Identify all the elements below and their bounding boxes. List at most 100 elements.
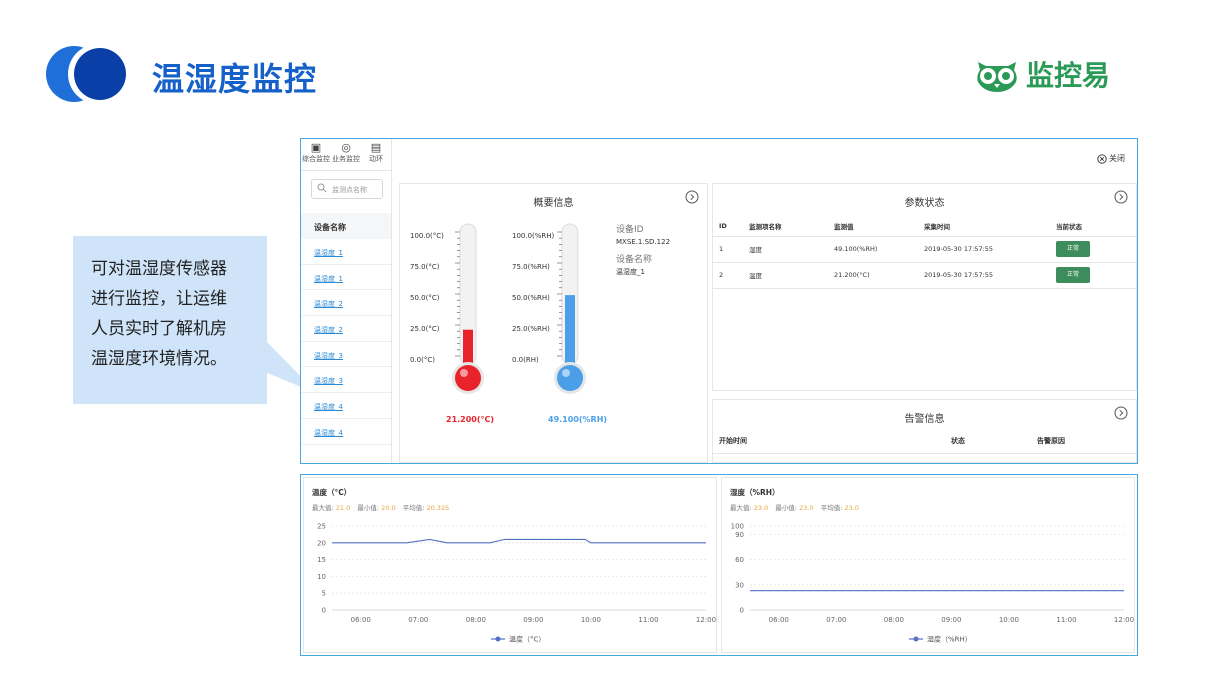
monitor-icon: ▣ [310, 141, 322, 154]
series-line [332, 538, 706, 544]
brand-name: 监控易 [1026, 59, 1111, 92]
humidity-value: 49.100(%RH) [548, 415, 608, 424]
y-tick-label: 5 [322, 590, 326, 598]
legend-marker [913, 636, 919, 642]
x-tick-label: 07:00 [408, 616, 428, 624]
column-header: 开始时间 [719, 437, 747, 445]
x-tick-label: 07:00 [826, 616, 846, 624]
tab-environment[interactable]: ▤ 动环 [361, 139, 391, 170]
search-placeholder: 监测点名称 [332, 186, 367, 194]
alarm-columns: 开始时间 状态 告警原因 [713, 436, 1136, 454]
search-icon [317, 183, 327, 193]
x-tick-label: 11:00 [638, 616, 658, 624]
params-card: 参数状态 ID 监测项名称 监测值 采集时间 当前状态 1 湿度 49.100(… [712, 183, 1137, 391]
chevron-right-icon[interactable] [1114, 406, 1128, 420]
callout-line: 进行监控，让运维 [91, 289, 227, 309]
device-item[interactable]: 温湿度_4 [301, 419, 391, 445]
column-header: 监测项名称 [743, 216, 828, 237]
y-tick-label: 30 [735, 581, 744, 589]
overview-card: 概要信息 100.0(°C) 75.0(°C) 50.0(°C) 25.0(°C… [399, 183, 708, 463]
device-id-label: 设备ID [616, 225, 644, 235]
device-item[interactable]: 温湿度_2 [301, 316, 391, 342]
status-badge: 正常 [1056, 267, 1090, 283]
chevron-right-icon[interactable] [1114, 190, 1128, 204]
alarms-card: 告警信息 开始时间 状态 告警原因 [712, 399, 1137, 463]
table-row[interactable]: 1 湿度 49.100(%RH) 2019-05-30 17:57:55 正常 [713, 236, 1136, 263]
y-tick-label: 0 [740, 607, 744, 615]
cell-status: 正常 [1050, 236, 1136, 263]
device-item[interactable]: 温湿度_4 [301, 393, 391, 419]
humidity-chart: 湿度（%RH） 最大值: 23.0 最小值: 23.0 平均值: 23.0 03… [721, 477, 1135, 653]
cell-time: 2019-05-30 17:57:55 [918, 262, 1050, 289]
device-item[interactable]: 温湿度_1 [301, 265, 391, 291]
thermometers [452, 223, 586, 394]
temp-thermometer-bulb [455, 365, 481, 391]
y-tick-label: 20 [317, 539, 326, 547]
overview-title: 概要信息 [533, 198, 574, 209]
x-tick-label: 06:00 [769, 616, 789, 624]
slide: 温湿度监控 监控易 可对温湿度传感器 进行监控，让运维 人员实时了解机房 温湿度… [0, 0, 1210, 680]
column-header: 告警原因 [1037, 437, 1065, 445]
legend-label: 温度（°C） [509, 635, 545, 644]
feature-callout: 可对温湿度传感器 进行监控，让运维 人员实时了解机房 温湿度环境情况。 [73, 236, 267, 404]
y-tick-label: 100 [731, 523, 744, 531]
column-header: 当前状态 [1050, 216, 1136, 237]
y-tick-label: 90 [735, 531, 744, 539]
status-badge: 正常 [1056, 241, 1090, 257]
device-column-header: 设备名称 [301, 213, 391, 239]
close-button[interactable]: 关闭 [1097, 153, 1125, 164]
table-row[interactable]: 2 温度 21.200(°C) 2019-05-30 17:57:55 正常 [713, 262, 1136, 289]
cell-id: 2 [713, 262, 743, 289]
column-header: ID [713, 216, 743, 237]
temp-thermometer-fill [463, 329, 473, 366]
humidity-line-chart: 0 30 60 90100 06:00 07:00 08:00 09:00 10:00 11:00… [731, 523, 1134, 644]
device-item[interactable]: 温湿度_1 [301, 239, 391, 265]
y-tick-label: 10 [317, 573, 326, 581]
x-tick-label: 11:00 [1056, 616, 1076, 624]
table-header-row: ID 监测项名称 监测值 采集时间 当前状态 [713, 216, 1136, 237]
chevron-right-icon[interactable] [685, 190, 699, 204]
x-tick-label: 09:00 [523, 616, 543, 624]
temperature-line-chart: 0 5 10 15 20 25 06:00 07:00 08:00 09:00 10:00 11:00… [317, 523, 716, 644]
tab-business-monitor[interactable]: ◎ 业务监控 [331, 139, 361, 170]
params-table: ID 监测项名称 监测值 采集时间 当前状态 1 湿度 49.100(%RH) … [713, 216, 1136, 289]
legend-label: 湿度（%RH） [927, 635, 972, 644]
legend-marker [495, 636, 501, 642]
device-name: 温湿度_1 [616, 268, 645, 276]
tab-label: 动环 [369, 155, 383, 163]
monitor-window: ▣ 综合监控 ◎ 业务监控 ▤ 动环 监测点名称 设备名称 温湿度_1 温湿度_… [300, 138, 1138, 464]
column-header: 监测值 [828, 216, 918, 237]
callout-line: 可对温湿度传感器 [91, 259, 227, 279]
x-tick-label: 09:00 [941, 616, 961, 624]
history-charts: 温度（°C） 最大值: 21.0 最小值: 20.0 平均值: 20.325 0… [300, 474, 1138, 656]
device-item[interactable]: 温湿度_3 [301, 367, 391, 394]
device-sidebar: ▣ 综合监控 ◎ 业务监控 ▤ 动环 监测点名称 设备名称 温湿度_1 温湿度_… [301, 139, 392, 463]
x-tick-label: 06:00 [351, 616, 371, 624]
tab-label: 业务监控 [332, 155, 360, 163]
cell-name: 温度 [743, 262, 828, 289]
y-tick-label: 60 [735, 556, 744, 564]
gauge-icon: ◎ [341, 141, 351, 154]
device-item[interactable]: 温湿度_3 [301, 342, 391, 368]
alarms-title: 告警信息 [904, 414, 945, 425]
x-tick-label: 08:00 [466, 616, 486, 624]
device-info: 设备ID MXSE.1.SD.122 设备名称 温湿度_1 [616, 224, 670, 278]
search-input[interactable]: 监测点名称 [311, 179, 383, 199]
cell-name: 湿度 [743, 236, 828, 263]
temperature-chart: 温度（°C） 最大值: 21.0 最小值: 20.0 平均值: 20.325 0… [303, 477, 717, 653]
y-tick-label: 0 [322, 607, 326, 615]
cell-time: 2019-05-30 17:57:55 [918, 236, 1050, 263]
x-tick-label: 12:00 [1114, 616, 1134, 624]
y-tick-label: 15 [317, 556, 326, 564]
ring-icon: ▤ [370, 141, 382, 154]
close-label: 关闭 [1109, 154, 1125, 163]
device-item[interactable]: 温湿度_2 [301, 290, 391, 317]
hum-thermometer-fill [565, 295, 575, 366]
tab-overall-monitor[interactable]: ▣ 综合监控 [301, 139, 331, 170]
device-id: MXSE.1.SD.122 [616, 238, 671, 246]
close-icon [1097, 153, 1107, 164]
brand-logo: 监控易 [972, 54, 1110, 94]
device-name-label: 设备名称 [616, 255, 653, 265]
x-tick-label: 08:00 [884, 616, 904, 624]
x-tick-label: 12:00 [696, 616, 716, 624]
